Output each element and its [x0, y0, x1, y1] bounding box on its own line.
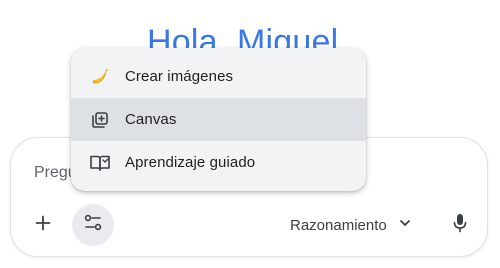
model-selector[interactable]: Razonamiento [286, 210, 415, 240]
menu-item-label: Crear imágenes [125, 68, 234, 85]
menu-item-canvas[interactable]: Canvas [71, 98, 366, 141]
menu-item-crear-imagenes[interactable]: Crear imágenes [71, 55, 366, 98]
banana-icon [89, 66, 111, 88]
model-label: Razonamiento [290, 216, 387, 234]
menu-item-aprendizaje-guiado[interactable]: Aprendizaje guiado [71, 141, 366, 184]
add-button[interactable] [25, 207, 61, 243]
book-icon [89, 152, 111, 174]
tune-icon [83, 213, 103, 238]
microphone-icon [452, 213, 468, 238]
menu-item-label: Canvas [125, 111, 177, 128]
gemini-home: Hola, Miguel Pregunta a Gemini Razonami [0, 0, 500, 268]
canvas-icon [89, 109, 111, 131]
plus-icon [34, 214, 52, 237]
microphone-button[interactable] [443, 208, 477, 242]
menu-item-label: Aprendizaje guiado [125, 154, 256, 171]
tools-button[interactable] [72, 204, 114, 246]
tools-menu: Crear imágenes Canvas Aprendizaje guiado [71, 48, 366, 191]
chevron-down-icon [399, 216, 411, 234]
